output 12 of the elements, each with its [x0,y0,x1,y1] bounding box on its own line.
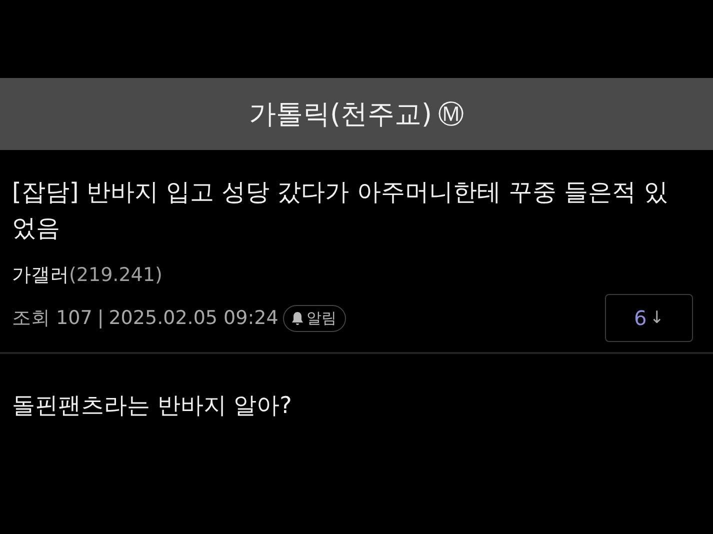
author-ip: (219.241) [69,264,162,286]
gallery-title: 가톨릭(천주교) [248,98,432,132]
manager-badge-icon: Ⓜ [438,96,464,132]
separator: | [97,307,104,329]
post-date: 2025.02.05 09:24 [108,307,278,329]
post-title: [잡담] 반바지 입고 성당 갔다가 아주머니한테 꾸중 들은적 있었음 [12,177,669,244]
bell-icon [291,310,304,326]
post-body-text: 돌핀팬츠라는 반바지 알아? [12,392,293,421]
author-name: 가갤러 [12,264,69,286]
view-count: 조회 107 [12,306,92,331]
comment-count-button[interactable]: 6↓ [605,294,693,342]
notify-button[interactable]: 알림 [283,304,346,332]
